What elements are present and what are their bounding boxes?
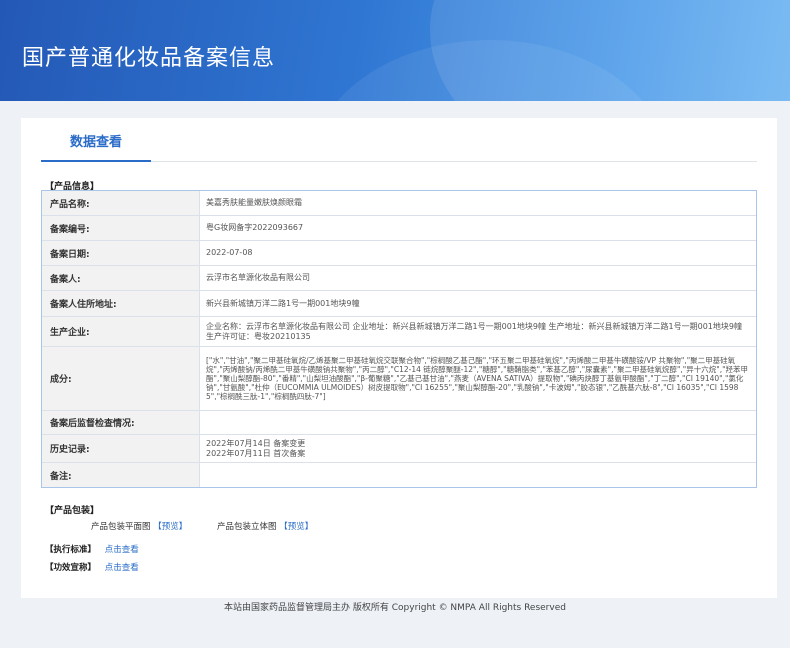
table-row: 备案后监督检查情况: [42, 411, 756, 435]
row-label: 备案编号: [42, 216, 200, 240]
row-label: 生产企业: [42, 317, 200, 346]
row-label: 产品名称: [42, 191, 200, 215]
tab-bar: 数据查看 [41, 128, 757, 162]
row-value: 云浮市名草源化妆品有限公司 [206, 273, 310, 282]
table-row: 备案人住所地址: 新兴县新城镇万洋二路1号一期001地块9幢 [42, 291, 756, 317]
row-value [200, 411, 756, 434]
row-value: 企业名称：云浮市名草源化妆品有限公司 企业地址：新兴县新城镇万洋二路1号一期00… [206, 321, 742, 341]
row-label: 备案人: [42, 266, 200, 290]
page-title: 国产普通化妆品备案信息 [22, 46, 276, 71]
row-value: ["水","甘油","聚二甲基硅氧烷/乙烯基聚二甲基硅氧烷交联聚合物","棕榈酸… [206, 356, 749, 401]
packaging-solid-label: 产品包装立体图 [217, 522, 277, 532]
product-info-table: 产品名称: 美嘉秀肤能量嫩肤焕颜眼霜 备案编号: 粤G妆网备字202209366… [41, 190, 757, 488]
row-label: 成分: [42, 347, 200, 410]
row-value: 2022年07月14日 备案变更 2022年07月11日 首次备案 [206, 438, 306, 458]
table-row: 备注: [42, 463, 756, 487]
packaging-flat-preview-link[interactable]: 【预览】 [153, 522, 187, 532]
packaging-flat: 产品包装平面图 【预览】 [91, 520, 187, 532]
table-row: 备案编号: 粤G妆网备字2022093667 [42, 216, 756, 241]
standard-label: 【执行标准】 [45, 545, 97, 555]
table-row: 历史记录: 2022年07月14日 备案变更 2022年07月11日 首次备案 [42, 435, 756, 463]
efficacy-row: 【功效宣称】 点击查看 [45, 561, 139, 573]
table-row: 产品名称: 美嘉秀肤能量嫩肤焕颜眼霜 [42, 191, 756, 216]
header-banner: 国产普通化妆品备案信息 [0, 0, 790, 101]
table-row: 备案日期: 2022-07-08 [42, 241, 756, 266]
footer-copyright: 本站由国家药品监督管理局主办 版权所有 Copyright © NMPA All… [224, 603, 566, 613]
row-label: 备案人住所地址: [42, 291, 200, 316]
row-label: 历史记录: [42, 435, 200, 462]
table-row: 生产企业: 企业名称：云浮市名草源化妆品有限公司 企业地址：新兴县新城镇万洋二路… [42, 317, 756, 347]
efficacy-view-link[interactable]: 点击查看 [105, 563, 139, 573]
row-value: 2022-07-08 [206, 248, 253, 257]
row-value: 新兴县新城镇万洋二路1号一期001地块9幢 [206, 298, 360, 308]
packaging-flat-label: 产品包装平面图 [91, 522, 151, 532]
packaging-solid-preview-link[interactable]: 【预览】 [279, 522, 313, 532]
row-label: 备案日期: [42, 241, 200, 265]
row-value: 粤G妆网备字2022093667 [206, 223, 304, 232]
row-value: 美嘉秀肤能量嫩肤焕颜眼霜 [206, 198, 302, 207]
standard-view-link[interactable]: 点击查看 [105, 545, 139, 555]
table-row: 备案人: 云浮市名草源化妆品有限公司 [42, 266, 756, 291]
packaging-label: 【产品包装】 [45, 506, 100, 516]
row-label: 备案后监督检查情况: [42, 411, 200, 434]
packaging-solid: 产品包装立体图 【预览】 [217, 520, 313, 532]
row-label: 备注: [42, 463, 200, 487]
content-card: 数据查看 【产品信息】 产品名称: 美嘉秀肤能量嫩肤焕颜眼霜 备案编号: 粤G妆… [21, 118, 777, 598]
tab-data-view[interactable]: 数据查看 [41, 128, 151, 162]
efficacy-label: 【功效宣称】 [45, 563, 97, 573]
standard-row: 【执行标准】 点击查看 [45, 543, 139, 555]
row-value [200, 463, 756, 487]
table-row: 成分: ["水","甘油","聚二甲基硅氧烷/乙烯基聚二甲基硅氧烷交联聚合物",… [42, 347, 756, 411]
